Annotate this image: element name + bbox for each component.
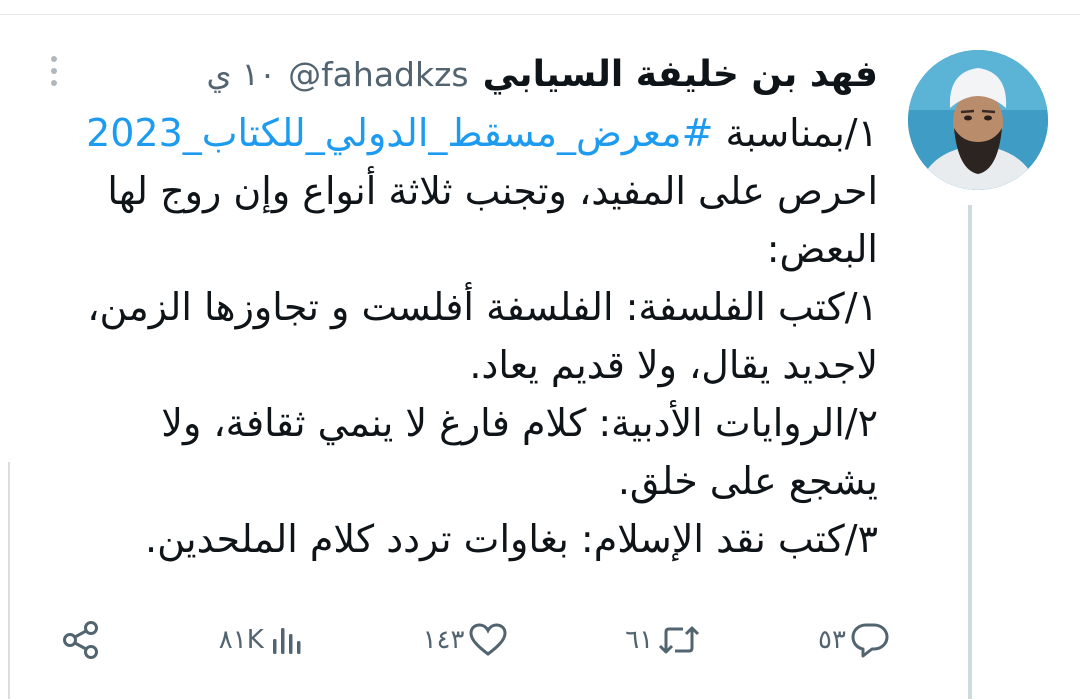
thread-connector-line: [968, 205, 972, 699]
retweet-button[interactable]: ٦١: [625, 622, 701, 658]
tweet-time[interactable]: ١٠ ي: [206, 55, 276, 93]
display-name[interactable]: فهد بن خليفة السيابي: [483, 54, 878, 95]
bar-chart-icon: [270, 622, 306, 658]
tweet-line: لاجديد يقال، ولا قديم يعاد.: [469, 343, 878, 387]
avatar[interactable]: [908, 50, 1048, 190]
tweet-line: ٣/كتب نقد الإسلام: بغاوات تردد كلام المل…: [145, 517, 878, 561]
user-handle[interactable]: @fahadkzs: [288, 55, 469, 94]
tweet-line: احرص على المفيد، وتجنب ثلاثة أنواع وإن ر…: [107, 169, 878, 213]
like-button[interactable]: ١٤٣: [423, 622, 509, 658]
retweet-icon: [657, 622, 701, 658]
more-vertical-icon[interactable]: [47, 54, 61, 88]
action-bar: ٨١K ١٤٣ ٦١ ٥٣: [60, 612, 890, 668]
retweets-count: ٦١: [625, 625, 654, 655]
share-icon: [60, 619, 102, 661]
avatar-image: [908, 50, 1048, 190]
tweet-text: ١/بمناسبة #معرض_مسقط_الدولي_للكتاب_2023 …: [38, 104, 878, 568]
tweet-line: ٢/الروايات الأدبية: كلام فارغ لا ينمي ثق…: [161, 401, 878, 445]
tweet-line: ١/كتب الفلسفة: الفلسفة أفلست و تجاوزها ا…: [87, 285, 878, 329]
tweet-line-intro: ١/بمناسبة #معرض_مسقط_الدولي_للكتاب_2023: [38, 104, 878, 162]
views-count: ٨١K: [218, 625, 264, 655]
tweet-line: يشجع على خلق.: [617, 459, 878, 503]
tweet-line: البعض:: [766, 227, 878, 271]
hashtag-link[interactable]: #معرض_مسقط_الدولي_للكتاب_2023: [86, 111, 713, 155]
intro-text: ١/بمناسبة: [713, 111, 879, 155]
tweet[interactable]: فهد بن خليفة السيابي @fahadkzs ١٠ ي ١/بم…: [0, 0, 1080, 699]
views-button[interactable]: ٨١K: [219, 622, 306, 658]
heart-icon: [468, 622, 508, 658]
share-button[interactable]: [60, 619, 102, 661]
tweet-header: فهد بن خليفة السيابي @fahadkzs ١٠ ي: [206, 46, 878, 102]
likes-count: ١٤٣: [422, 625, 465, 655]
replies-count: ٥٣: [818, 625, 846, 655]
reply-icon: [850, 621, 890, 659]
reply-button[interactable]: ٥٣: [818, 621, 890, 659]
